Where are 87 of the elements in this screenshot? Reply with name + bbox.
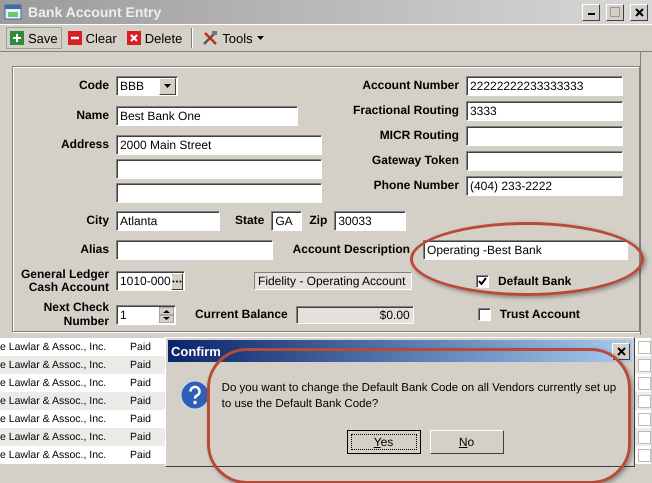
checkbox-label: Trust Account [500, 308, 580, 322]
ellipsis-icon [170, 272, 183, 290]
toolbar-button[interactable]: Clear [64, 27, 121, 49]
row-checkbox[interactable] [638, 448, 651, 462]
input-field[interactable]: Atlanta [116, 211, 220, 231]
field-label: Account Number [361, 79, 459, 93]
checkbox[interactable] [476, 274, 489, 288]
vendor-cell-text: e Lawlar & Assoc., Inc. [0, 395, 108, 407]
field-label: Next Check Number [42, 301, 109, 328]
input-field[interactable]: 22222222233333333 [466, 76, 623, 96]
field-label: Current Balance [195, 308, 288, 322]
code-dropdown[interactable]: BBB [116, 76, 178, 96]
status-cell-text: Paid [130, 413, 152, 425]
row-checkbox[interactable] [638, 340, 651, 354]
row-checkbox[interactable] [638, 376, 651, 390]
input-field[interactable]: 3333 [466, 101, 623, 121]
input-field[interactable] [116, 159, 322, 179]
vendor-cell-text: e Lawlar & Assoc., Inc. [0, 449, 108, 461]
minimize-button[interactable] [582, 4, 600, 20]
vendor-cell-text: e Lawlar & Assoc., Inc. [0, 413, 108, 425]
plus-icon [10, 31, 24, 45]
window-icon [4, 4, 22, 20]
field-label: Zip [309, 214, 328, 228]
input-field[interactable]: Operating -Best Bank [423, 240, 628, 260]
spinner-icon [159, 306, 174, 323]
status-cell-text: Paid [130, 377, 152, 389]
status-cell-text: Paid [130, 359, 152, 371]
input-field[interactable]: 2000 Main Street [116, 135, 322, 155]
status-cell-text: Paid [130, 431, 152, 443]
check-icon [478, 277, 487, 286]
dialog-button[interactable]: No [430, 430, 504, 454]
field-label: Alias [79, 243, 109, 257]
minus-icon [68, 31, 82, 45]
input-field[interactable]: 30033 [334, 211, 406, 231]
field-label: State [235, 214, 264, 228]
close-button[interactable] [612, 342, 630, 360]
delete-icon [126, 31, 141, 45]
vendor-cell-text: e Lawlar & Assoc., Inc. [0, 359, 108, 371]
row-checkbox[interactable] [638, 412, 651, 426]
window-title: Bank Account Entry [28, 4, 162, 20]
tools-menu[interactable]: Tools [198, 27, 268, 49]
account-description-display: Fidelity - Operating Account [254, 272, 412, 290]
spin-field[interactable]: 1 [116, 304, 176, 325]
close-button[interactable] [630, 4, 648, 20]
vendor-cell-text: e Lawlar & Assoc., Inc. [0, 431, 108, 443]
status-cell-text: Paid [130, 341, 152, 353]
row-checkbox[interactable] [638, 430, 651, 444]
caret-icon [256, 36, 264, 40]
input-field[interactable]: Best Bank One [116, 106, 298, 126]
field-label: Gateway Token [370, 154, 459, 168]
checkbox[interactable] [478, 308, 491, 322]
balance-display: $0.00 [296, 306, 414, 324]
checkbox-label: Default Bank [498, 274, 572, 288]
close-icon [634, 8, 644, 16]
close-icon [616, 346, 626, 356]
vendor-cell-text: e Lawlar & Assoc., Inc. [0, 341, 108, 353]
field-label: Code [78, 79, 109, 93]
field-label: General Ledger Cash Account [20, 268, 109, 294]
field-label: Fractional Routing [352, 104, 459, 118]
input-field[interactable] [466, 126, 623, 146]
input-field[interactable] [466, 151, 623, 171]
row-checkbox[interactable] [638, 358, 651, 372]
toolbar-button[interactable]: Save [6, 27, 62, 49]
status-cell-text: Paid [130, 449, 152, 461]
account-picker[interactable]: 1010-000 [116, 271, 185, 292]
input-field[interactable]: GA [271, 211, 302, 231]
dialog-button[interactable]: Yes [346, 430, 420, 454]
question-icon [180, 380, 210, 410]
status-cell-text: Paid [130, 395, 152, 407]
field-label: Name [75, 109, 109, 123]
row-checkbox[interactable] [638, 394, 651, 408]
tools-icon [202, 30, 218, 46]
maximize-icon [610, 7, 620, 17]
input-field[interactable]: (404) 233-2222 [466, 176, 623, 196]
field-label: Account Description [292, 243, 410, 257]
field-label: MICR Routing [378, 129, 459, 143]
maximize-button[interactable] [606, 4, 624, 20]
dialog-title: Confirm [170, 344, 222, 358]
vendor-cell-text: e Lawlar & Assoc., Inc. [0, 377, 108, 389]
input-field[interactable] [116, 240, 273, 260]
field-label: Address [60, 136, 109, 152]
toolbar-button[interactable]: Delete [122, 27, 186, 49]
dialog-message: Do you want to change the Default Bank Code on all Vendors currently set up to use the Default Bank Code? [222, 381, 618, 412]
caret-icon [164, 84, 171, 88]
field-label: City [85, 214, 109, 228]
field-label: Phone Number [372, 179, 459, 193]
input-field[interactable] [116, 183, 322, 203]
